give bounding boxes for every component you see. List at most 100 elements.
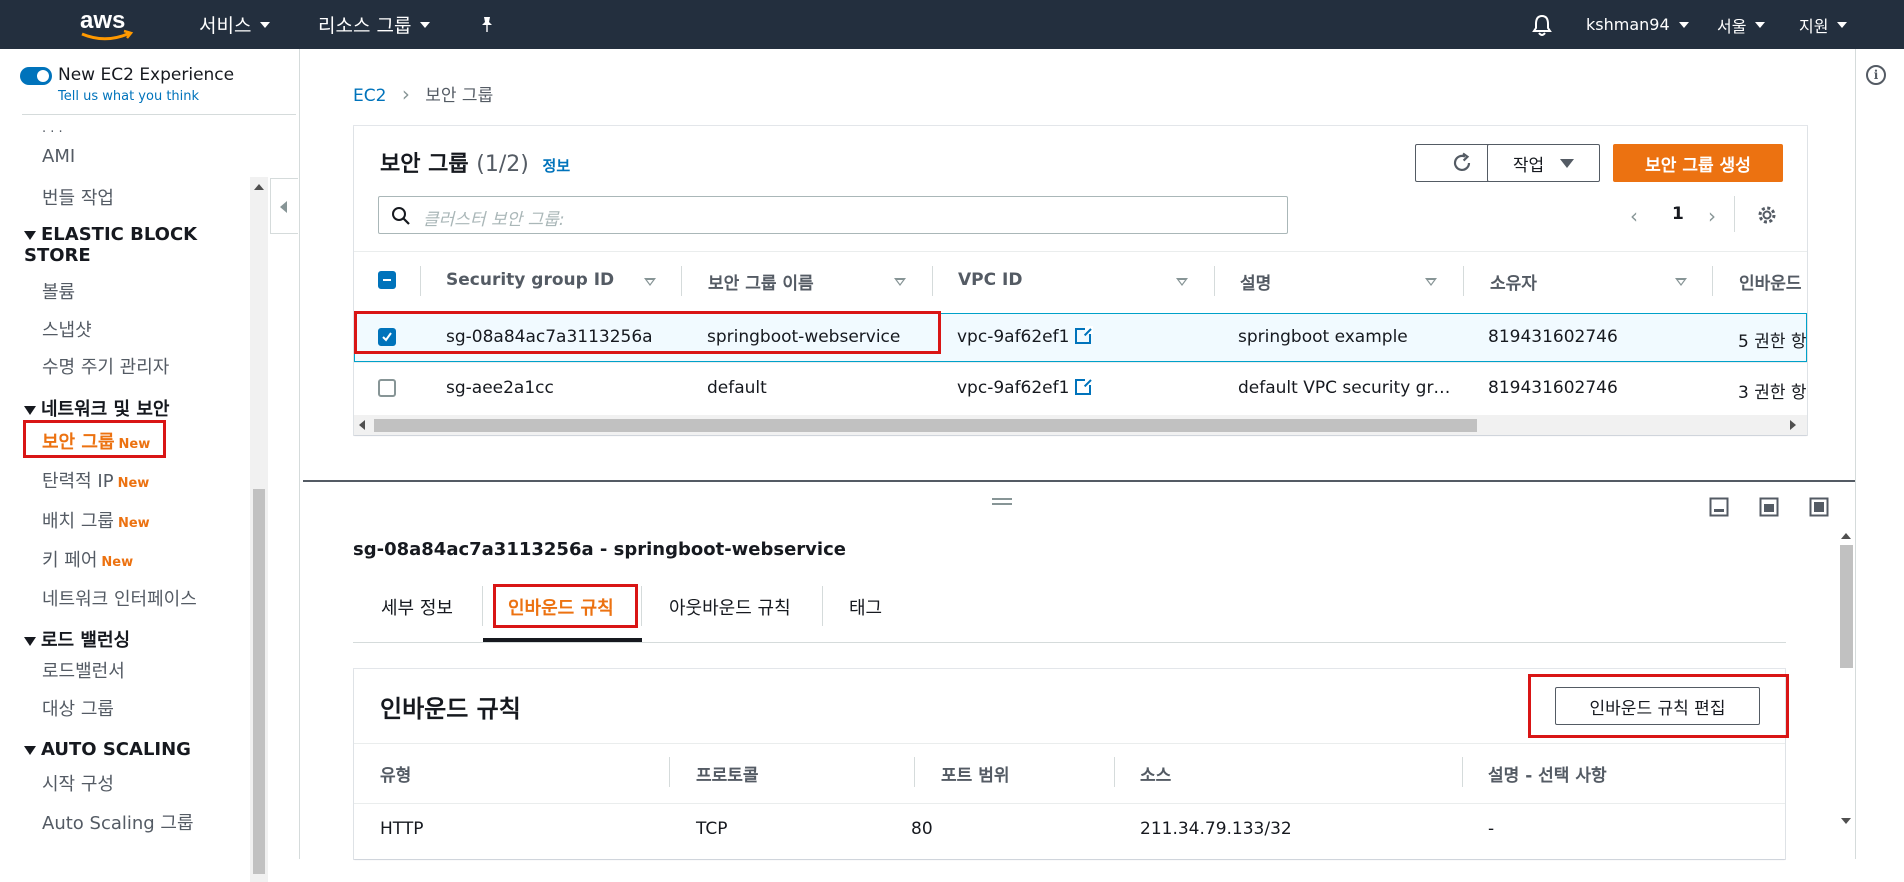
new-badge: New <box>101 555 134 570</box>
tab-details[interactable]: 세부 정보 <box>381 594 453 620</box>
column-header-sg-name[interactable]: 보안 그룹 이름 <box>708 269 814 294</box>
panel-size-min-icon[interactable] <box>1709 497 1729 517</box>
prev-page-icon[interactable]: ‹ <box>1630 204 1638 228</box>
sg-inbound-count: 3 권한 항 <box>1738 383 1807 403</box>
sidebar-item-volumes[interactable]: 볼륨 <box>42 278 75 304</box>
tab-separator <box>641 586 642 626</box>
collapse-arrow-icon <box>280 201 287 213</box>
scroll-down-arrow[interactable] <box>1841 818 1851 824</box>
column-header-sg-id[interactable]: Security group ID <box>446 270 614 290</box>
dropdown-caret-icon <box>1560 158 1575 168</box>
aws-logo[interactable]: aws <box>78 6 134 42</box>
create-security-group-button[interactable]: 보안 그룹 생성 <box>1613 144 1783 182</box>
select-all-checkbox[interactable] <box>378 271 396 289</box>
drag-handle-icon[interactable] <box>992 498 1012 500</box>
support-menu[interactable]: 지원 <box>1799 0 1848 49</box>
sidebar-item-placement-groups[interactable]: 배치 그룹 New <box>42 507 150 533</box>
sidebar-item-lifecycle[interactable]: 수명 주기 관리자 <box>42 353 169 379</box>
highlight-security-groups <box>23 420 166 458</box>
column-header-source[interactable]: 소스 <box>1140 761 1171 786</box>
sort-icon[interactable] <box>1675 278 1687 286</box>
search-placeholder: 클러스터 보안 그룹: <box>423 210 565 230</box>
selection-count: (1/2) <box>476 152 529 177</box>
settings-gear-icon[interactable] <box>1756 204 1778 226</box>
sidebar-section-auto-scaling[interactable]: AUTO SCALING <box>24 739 191 760</box>
sidebar-item-auto-scaling-groups[interactable]: Auto Scaling 그룹 <box>42 809 194 835</box>
column-header-description[interactable]: 설명 <box>1240 269 1271 294</box>
sidebar-scroll-thumb[interactable] <box>253 489 265 874</box>
sidebar-item-ami[interactable]: AMI <box>42 146 75 167</box>
sidebar-item-key-pairs[interactable]: 키 페어 New <box>42 546 133 572</box>
sidebar-item-elastic-ip[interactable]: 탄력적 IP New <box>42 467 149 493</box>
table-scroll-thumb[interactable] <box>374 419 1477 432</box>
sort-icon[interactable] <box>1425 278 1437 286</box>
panel-size-half-icon[interactable] <box>1759 497 1779 517</box>
new-experience-toggle[interactable] <box>20 67 52 85</box>
divider <box>354 251 1807 252</box>
sort-icon[interactable] <box>644 278 656 286</box>
sidebar-item-snapshots[interactable]: 스냅샷 <box>42 316 92 342</box>
page-number[interactable]: 1 <box>1672 204 1684 224</box>
row-checkbox[interactable] <box>378 379 396 397</box>
services-menu[interactable]: 서비스 <box>199 0 271 49</box>
sg-id-link[interactable]: sg-aee2a1cc <box>446 378 554 398</box>
external-link-icon <box>1075 377 1094 395</box>
sidebar-section-network[interactable]: 네트워크 및 보안 <box>24 395 169 421</box>
column-header-inbound[interactable]: 인바운드 <box>1739 269 1807 294</box>
column-header-type[interactable]: 유형 <box>380 761 411 786</box>
column-header-rule-description[interactable]: 설명 - 선택 사항 <box>1488 761 1607 786</box>
sidebar: New EC2 Experience Tell us what you thin… <box>0 49 300 882</box>
sidebar-item-network-interfaces[interactable]: 네트워크 인터페이스 <box>42 585 197 611</box>
new-badge: New <box>117 476 150 491</box>
resource-groups-menu[interactable]: 리소스 그룹 <box>318 0 431 49</box>
sort-icon[interactable] <box>1176 278 1188 286</box>
sidebar-item-elastic-ip-label: 탄력적 IP <box>42 471 114 492</box>
vpc-link[interactable]: vpc-9af62ef1 <box>957 377 1094 398</box>
vpc-link[interactable]: vpc-9af62ef1 <box>957 326 1094 347</box>
scroll-right-arrow[interactable] <box>1790 420 1796 430</box>
scroll-up-arrow[interactable] <box>254 184 264 190</box>
user-label: kshman94 <box>1586 15 1670 34</box>
split-pane-divider[interactable] <box>303 480 1855 482</box>
resource-groups-label: 리소스 그룹 <box>318 15 412 37</box>
search-input[interactable]: 클러스터 보안 그룹: <box>378 196 1288 234</box>
column-header-port-range[interactable]: 포트 범위 <box>941 761 1009 786</box>
sidebar-section-lb-label: 로드 밸런싱 <box>41 630 131 651</box>
top-navigation: aws 서비스 리소스 그룹 kshman94 서울 지원 <box>0 0 1904 49</box>
sidebar-item-bundle[interactable]: 번들 작업 <box>42 184 114 210</box>
panel-title-text: 보안 그룹 <box>380 152 469 177</box>
column-header-vpc-id[interactable]: VPC ID <box>958 270 1022 290</box>
actions-button[interactable]: 작업 <box>1487 144 1600 182</box>
sidebar-item-launch-config[interactable]: 시작 구성 <box>42 770 114 796</box>
divider <box>354 803 1785 804</box>
sidebar-item-target-groups[interactable]: 대상 그룹 <box>42 695 114 721</box>
user-menu[interactable]: kshman94 <box>1586 0 1689 49</box>
sidebar-section-load-balancing[interactable]: 로드 밸런싱 <box>24 626 130 652</box>
region-menu[interactable]: 서울 <box>1717 0 1766 49</box>
pin-icon[interactable] <box>479 0 495 49</box>
sidebar-collapse-button[interactable] <box>270 178 298 234</box>
next-page-icon[interactable]: › <box>1708 204 1716 228</box>
scroll-up-arrow[interactable] <box>1841 533 1851 539</box>
tab-outbound-rules[interactable]: 아웃바운드 규칙 <box>669 594 791 620</box>
column-header-protocol[interactable]: 프로토콜 <box>696 761 759 786</box>
sidebar-item-load-balancers[interactable]: 로드밸런서 <box>42 657 125 683</box>
bell-icon[interactable] <box>1531 0 1553 49</box>
sidebar-item-key-pairs-label: 키 페어 <box>42 550 98 571</box>
tab-tags[interactable]: 태그 <box>849 594 882 620</box>
detail-scroll-thumb[interactable] <box>1840 545 1853 668</box>
divider <box>354 362 1807 363</box>
info-icon[interactable]: i <box>1866 65 1886 85</box>
refresh-icon <box>1453 152 1471 172</box>
active-tab-indicator <box>483 638 642 642</box>
sort-icon[interactable] <box>894 278 906 286</box>
detail-title: sg-08a84ac7a3113256a - springboot-webser… <box>353 539 846 560</box>
breadcrumb-ec2[interactable]: EC2 <box>353 86 386 106</box>
panel-size-max-icon[interactable] <box>1809 497 1829 517</box>
scroll-left-arrow[interactable] <box>359 420 365 430</box>
feedback-link[interactable]: Tell us what you think <box>58 89 199 104</box>
column-header-owner[interactable]: 소유자 <box>1490 269 1537 294</box>
divider <box>354 743 1785 744</box>
sidebar-section-ebs[interactable]: ELASTIC BLOCK STORE <box>24 224 224 266</box>
info-link[interactable]: 정보 <box>543 157 571 175</box>
